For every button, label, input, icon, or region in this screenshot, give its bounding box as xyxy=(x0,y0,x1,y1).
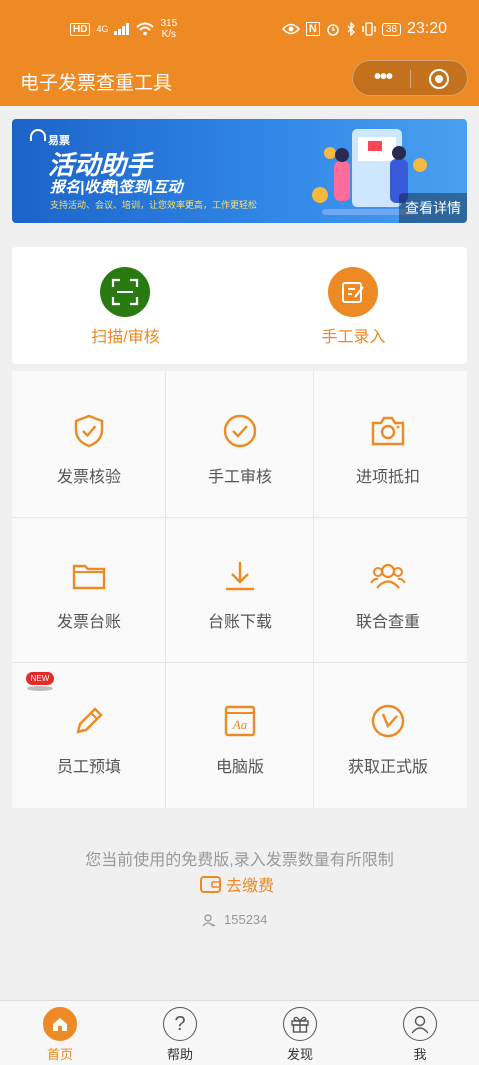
grid-item-label: 电脑版 xyxy=(215,759,264,776)
grid-item-label: 进项抵扣 xyxy=(355,469,420,486)
brand-logo-icon xyxy=(30,129,46,141)
banner-slogan: 支持活动、会议、培训，让您效率更高，工作更轻松 xyxy=(50,200,258,210)
manual-entry-button[interactable]: 手工录入 xyxy=(240,247,467,364)
manual-entry-label: 手工录入 xyxy=(321,329,386,346)
grid-item-label: 台账下载 xyxy=(207,614,272,631)
grid-item-manual-audit[interactable]: 手工审核 xyxy=(166,373,314,517)
banner-tags: 报名|收费|签到|互动 xyxy=(50,179,183,196)
tab-home[interactable]: 首页 xyxy=(0,1001,120,1065)
browser-icon-text: Aa xyxy=(232,717,248,732)
vibrate-icon xyxy=(362,22,376,36)
grid-item-ledger-download[interactable]: 台账下载 xyxy=(166,518,314,662)
gift-icon xyxy=(283,1007,317,1041)
close-target-button[interactable] xyxy=(429,69,449,89)
network-speed: 315 K/s xyxy=(160,18,177,40)
grid-item-label: 联合查重 xyxy=(355,614,420,631)
bottom-tab-bar: 首页 ? 帮助 发现 我 xyxy=(0,1000,479,1065)
wifi-icon xyxy=(136,22,155,36)
alarm-icon xyxy=(327,24,339,36)
title-bar: 电子发票查重工具 ••• xyxy=(0,58,479,106)
grid-item-invoice-ledger[interactable]: 发票台账 xyxy=(15,518,163,662)
scan-audit-label: 扫描/审核 xyxy=(91,329,160,346)
user-icon xyxy=(403,1007,437,1041)
folder-icon xyxy=(72,564,106,590)
grid-item-joint-check[interactable]: 联合查重 xyxy=(314,518,462,662)
wallet-icon xyxy=(200,876,221,893)
status-bar: HD 4G 315 K/s N 38 23:20 xyxy=(0,0,479,58)
quick-actions-card: 扫描/审核 手工录入 xyxy=(12,247,467,364)
grid-item-get-full-version[interactable]: 获取正式版 xyxy=(314,663,462,807)
speed-unit: K/s xyxy=(161,29,177,40)
help-icon: ? xyxy=(163,1007,197,1041)
new-badge-shadow xyxy=(27,686,53,691)
page-title: 电子发票查重工具 xyxy=(20,73,173,94)
tab-me[interactable]: 我 xyxy=(360,1001,479,1065)
tab-discover[interactable]: 发现 xyxy=(240,1001,360,1065)
free-version-notice: 您当前使用的免费版,录入发票数量有所限制 xyxy=(85,852,394,869)
pencil-icon xyxy=(76,707,103,734)
tab-label: 首页 xyxy=(46,1047,73,1062)
pay-link[interactable]: 去缴费 xyxy=(200,872,274,896)
home-icon xyxy=(43,1007,77,1041)
tab-label: 帮助 xyxy=(166,1047,193,1062)
mini-program-capsule: ••• xyxy=(352,60,468,96)
bluetooth-icon xyxy=(347,22,355,36)
clock-icon xyxy=(371,704,405,738)
tab-help[interactable]: ? 帮助 xyxy=(120,1001,240,1065)
hd-indicator: HD xyxy=(70,22,91,36)
network-indicator: 4G xyxy=(96,24,109,34)
eye-icon xyxy=(281,23,300,35)
new-badge-label: NEW xyxy=(26,672,54,685)
tab-label: 发现 xyxy=(286,1047,313,1062)
user-id-row: 155234 xyxy=(202,912,267,927)
tab-label: 我 xyxy=(413,1047,427,1062)
edit-icon xyxy=(328,267,378,317)
new-badge: NEW xyxy=(26,672,54,691)
feature-grid: 发票核验 手工审核 进项抵扣 发票台账 台账下载 联合查重 员工预填 Aa 电脑… xyxy=(12,371,467,808)
promo-banner[interactable]: 易票 活动助手 报名|收费|签到|互动 支持活动、会议、培训，让您效率更高，工作… xyxy=(12,119,467,223)
clock: 23:20 xyxy=(406,20,447,37)
battery-indicator: 38 xyxy=(381,22,401,36)
camera-icon xyxy=(371,416,405,446)
users-icon xyxy=(370,563,406,589)
browser-icon: Aa xyxy=(224,705,256,737)
grid-item-label: 发票台账 xyxy=(56,614,121,631)
pay-link-label: 去缴费 xyxy=(226,878,275,895)
grid-item-invoice-verify[interactable]: 发票核验 xyxy=(15,373,163,517)
grid-item-label: 员工预填 xyxy=(56,759,121,776)
more-menu-button[interactable]: ••• xyxy=(365,67,401,87)
user-icon xyxy=(202,913,216,927)
check-circle-icon xyxy=(223,414,257,448)
status-left: HD 4G 315 K/s xyxy=(70,18,177,40)
help-icon-glyph: ? xyxy=(174,1012,186,1035)
grid-item-desktop-version[interactable]: Aa 电脑版 xyxy=(166,663,314,807)
user-id: 155234 xyxy=(224,912,268,927)
grid-item-label: 获取正式版 xyxy=(347,759,428,776)
shield-check-icon xyxy=(74,414,104,448)
grid-item-label: 手工审核 xyxy=(207,469,272,486)
grid-item-input-deduction[interactable]: 进项抵扣 xyxy=(314,373,462,517)
banner-detail-link[interactable]: 查看详情 xyxy=(399,193,467,223)
scan-audit-button[interactable]: 扫描/审核 xyxy=(12,247,239,364)
signal-icon xyxy=(114,23,130,35)
scan-icon xyxy=(100,267,150,317)
capsule-divider xyxy=(410,70,411,88)
speed-value: 315 xyxy=(160,18,178,29)
nfc-icon: N xyxy=(305,22,320,36)
status-right: N 38 23:20 xyxy=(281,20,447,38)
download-icon xyxy=(226,562,254,591)
grid-item-label: 发票核验 xyxy=(56,469,121,486)
